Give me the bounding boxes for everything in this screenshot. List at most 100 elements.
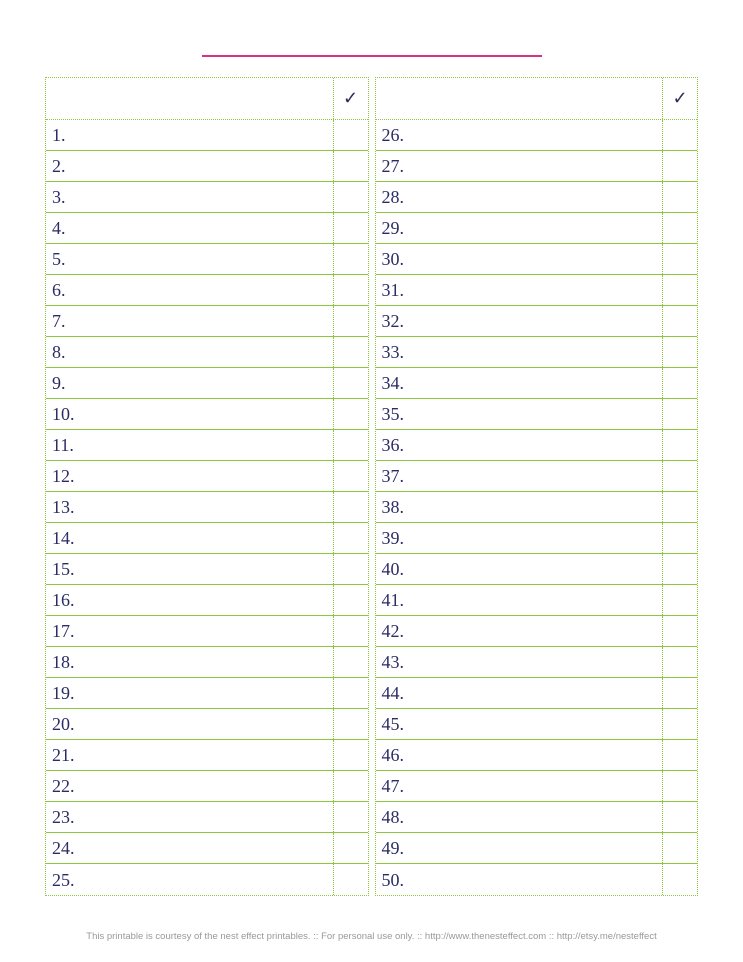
list-row[interactable]: 23. — [46, 802, 368, 833]
row-checkbox-cell[interactable] — [663, 337, 697, 367]
row-checkbox-cell[interactable] — [334, 337, 368, 367]
row-checkbox-cell[interactable] — [334, 151, 368, 181]
row-checkbox-cell[interactable] — [334, 647, 368, 677]
row-checkbox-cell[interactable] — [334, 306, 368, 336]
row-checkbox-cell[interactable] — [334, 244, 368, 274]
row-checkbox-cell[interactable] — [663, 430, 697, 460]
row-checkbox-cell[interactable] — [663, 833, 697, 863]
list-row[interactable]: 31. — [376, 275, 698, 306]
list-row[interactable]: 32. — [376, 306, 698, 337]
list-row[interactable]: 17. — [46, 616, 368, 647]
row-checkbox-cell[interactable] — [663, 554, 697, 584]
row-checkbox-cell[interactable] — [663, 678, 697, 708]
list-row[interactable]: 35. — [376, 399, 698, 430]
list-row[interactable]: 38. — [376, 492, 698, 523]
list-row[interactable]: 8. — [46, 337, 368, 368]
row-checkbox-cell[interactable] — [334, 616, 368, 646]
list-row[interactable]: 11. — [46, 430, 368, 461]
list-row[interactable]: 46. — [376, 740, 698, 771]
row-checkbox-cell[interactable] — [663, 740, 697, 770]
row-checkbox-cell[interactable] — [334, 461, 368, 491]
list-row[interactable]: 50. — [376, 864, 698, 895]
list-row[interactable]: 45. — [376, 709, 698, 740]
list-row[interactable]: 47. — [376, 771, 698, 802]
list-row[interactable]: 30. — [376, 244, 698, 275]
list-row[interactable]: 4. — [46, 213, 368, 244]
row-checkbox-cell[interactable] — [663, 120, 697, 150]
list-row[interactable]: 21. — [46, 740, 368, 771]
row-checkbox-cell[interactable] — [663, 709, 697, 739]
row-checkbox-cell[interactable] — [663, 368, 697, 398]
row-checkbox-cell[interactable] — [334, 182, 368, 212]
list-row[interactable]: 7. — [46, 306, 368, 337]
row-checkbox-cell[interactable] — [663, 151, 697, 181]
list-row[interactable]: 12. — [46, 461, 368, 492]
row-checkbox-cell[interactable] — [663, 585, 697, 615]
list-row[interactable]: 29. — [376, 213, 698, 244]
row-checkbox-cell[interactable] — [334, 554, 368, 584]
row-checkbox-cell[interactable] — [334, 399, 368, 429]
list-row[interactable]: 16. — [46, 585, 368, 616]
list-row[interactable]: 2. — [46, 151, 368, 182]
list-row[interactable]: 33. — [376, 337, 698, 368]
list-row[interactable]: 25. — [46, 864, 368, 895]
list-row[interactable]: 6. — [46, 275, 368, 306]
row-checkbox-cell[interactable] — [663, 213, 697, 243]
list-row[interactable]: 40. — [376, 554, 698, 585]
list-row[interactable]: 44. — [376, 678, 698, 709]
row-checkbox-cell[interactable] — [663, 647, 697, 677]
list-row[interactable]: 42. — [376, 616, 698, 647]
list-row[interactable]: 3. — [46, 182, 368, 213]
list-row[interactable]: 19. — [46, 678, 368, 709]
row-checkbox-cell[interactable] — [663, 492, 697, 522]
list-row[interactable]: 26. — [376, 120, 698, 151]
row-checkbox-cell[interactable] — [663, 244, 697, 274]
row-checkbox-cell[interactable] — [663, 771, 697, 801]
list-row[interactable]: 10. — [46, 399, 368, 430]
row-checkbox-cell[interactable] — [663, 802, 697, 832]
row-checkbox-cell[interactable] — [334, 585, 368, 615]
list-row[interactable]: 14. — [46, 523, 368, 554]
row-checkbox-cell[interactable] — [334, 492, 368, 522]
list-row[interactable]: 36. — [376, 430, 698, 461]
row-checkbox-cell[interactable] — [334, 430, 368, 460]
list-row[interactable]: 39. — [376, 523, 698, 554]
row-checkbox-cell[interactable] — [334, 740, 368, 770]
row-checkbox-cell[interactable] — [334, 771, 368, 801]
row-checkbox-cell[interactable] — [334, 678, 368, 708]
list-row[interactable]: 18. — [46, 647, 368, 678]
list-row[interactable]: 13. — [46, 492, 368, 523]
row-checkbox-cell[interactable] — [334, 368, 368, 398]
row-checkbox-cell[interactable] — [334, 275, 368, 305]
row-checkbox-cell[interactable] — [334, 213, 368, 243]
row-checkbox-cell[interactable] — [334, 120, 368, 150]
list-row[interactable]: 1. — [46, 120, 368, 151]
list-row[interactable]: 41. — [376, 585, 698, 616]
list-row[interactable]: 15. — [46, 554, 368, 585]
row-checkbox-cell[interactable] — [334, 864, 368, 895]
row-checkbox-cell[interactable] — [334, 802, 368, 832]
list-row[interactable]: 20. — [46, 709, 368, 740]
row-checkbox-cell[interactable] — [663, 523, 697, 553]
list-row[interactable]: 28. — [376, 182, 698, 213]
list-row[interactable]: 22. — [46, 771, 368, 802]
row-checkbox-cell[interactable] — [663, 399, 697, 429]
list-row[interactable]: 49. — [376, 833, 698, 864]
row-checkbox-cell[interactable] — [663, 306, 697, 336]
list-row[interactable]: 27. — [376, 151, 698, 182]
row-checkbox-cell[interactable] — [663, 182, 697, 212]
list-row[interactable]: 24. — [46, 833, 368, 864]
list-row[interactable]: 48. — [376, 802, 698, 833]
list-row[interactable]: 9. — [46, 368, 368, 399]
row-checkbox-cell[interactable] — [334, 833, 368, 863]
list-row[interactable]: 5. — [46, 244, 368, 275]
list-row[interactable]: 37. — [376, 461, 698, 492]
row-checkbox-cell[interactable] — [334, 709, 368, 739]
row-checkbox-cell[interactable] — [334, 523, 368, 553]
row-checkbox-cell[interactable] — [663, 864, 697, 895]
row-checkbox-cell[interactable] — [663, 616, 697, 646]
list-row[interactable]: 34. — [376, 368, 698, 399]
row-checkbox-cell[interactable] — [663, 275, 697, 305]
list-row[interactable]: 43. — [376, 647, 698, 678]
row-checkbox-cell[interactable] — [663, 461, 697, 491]
